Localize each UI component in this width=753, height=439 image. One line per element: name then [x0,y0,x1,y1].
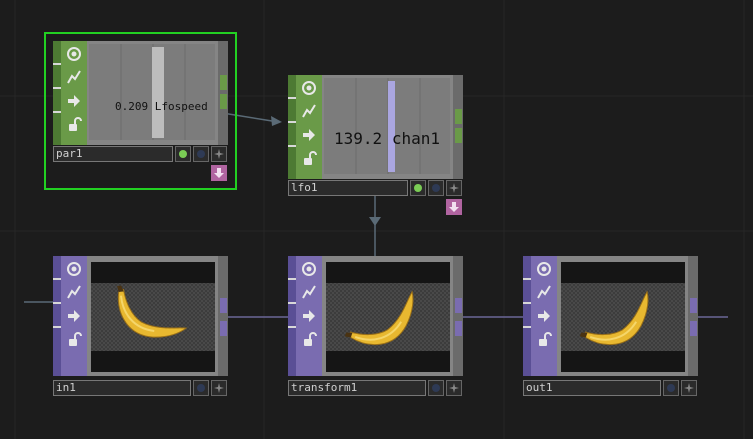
output-connector[interactable] [220,75,227,90]
node-in1[interactable]: in1 [53,256,228,396]
down-arrow-icon[interactable] [211,165,227,181]
display-toggle-icon[interactable] [428,380,444,396]
top-viewer[interactable] [561,262,685,372]
lock-icon[interactable] [298,329,320,351]
output-connector[interactable] [220,321,227,336]
node-transform1[interactable]: transform1 [288,256,463,396]
chop-value: 139.2 [334,129,383,148]
output-connector[interactable] [220,94,227,109]
cook-icon[interactable] [298,281,320,303]
node-name-label[interactable]: par1 [53,146,173,162]
pass-icon[interactable] [298,124,320,146]
output-connector[interactable] [690,321,697,336]
cook-icon[interactable] [298,100,320,122]
node-name-label[interactable]: transform1 [288,380,426,396]
output-connector[interactable] [455,109,462,124]
chop-channel-name: Lfospeed [154,100,208,113]
clone-icon[interactable] [446,380,462,396]
display-toggle-icon[interactable] [663,380,679,396]
bypass-icon[interactable] [63,43,85,65]
down-arrow-icon[interactable] [446,199,462,215]
viewer-toggle-icon[interactable] [410,180,426,196]
clone-icon[interactable] [211,146,227,162]
chop-viewer[interactable]: 0.209 Lfospeed [89,44,215,140]
node-name-label[interactable]: out1 [523,380,661,396]
pass-icon[interactable] [533,305,555,327]
node-out1[interactable]: out1 [523,256,698,396]
pass-icon[interactable] [298,305,320,327]
lock-icon[interactable] [298,148,320,170]
cook-icon[interactable] [533,281,555,303]
bypass-icon[interactable] [533,258,555,280]
output-connector[interactable] [220,298,227,313]
clone-icon[interactable] [446,180,462,196]
lock-icon[interactable] [533,329,555,351]
display-toggle-icon[interactable] [428,180,444,196]
pass-icon[interactable] [63,305,85,327]
clone-icon[interactable] [681,380,697,396]
cook-icon[interactable] [63,281,85,303]
output-connector[interactable] [455,298,462,313]
viewer-toggle-icon[interactable] [175,146,191,162]
clone-icon[interactable] [211,380,227,396]
bypass-icon[interactable] [63,258,85,280]
pass-icon[interactable] [63,90,85,112]
chop-viewer[interactable]: 139.2 chan1 [324,78,450,174]
node-name-label[interactable]: lfo1 [288,180,408,196]
node-lfo1[interactable]: 139.2 chan1 lfo1 [288,75,463,215]
top-viewer[interactable] [326,262,450,372]
output-connector[interactable] [690,298,697,313]
display-toggle-icon[interactable] [193,146,209,162]
node-name-label[interactable]: in1 [53,380,191,396]
chop-value: 0.209 [115,100,149,113]
output-connector[interactable] [455,128,462,143]
lock-icon[interactable] [63,114,85,136]
bypass-icon[interactable] [298,258,320,280]
bypass-icon[interactable] [298,77,320,99]
cook-icon[interactable] [63,66,85,88]
output-connector[interactable] [455,321,462,336]
display-toggle-icon[interactable] [193,380,209,396]
chop-channel-name: chan1 [391,129,440,148]
lock-icon[interactable] [63,329,85,351]
node-par1[interactable]: 0.209 Lfospeed par1 [53,41,228,181]
top-viewer[interactable] [91,262,215,372]
